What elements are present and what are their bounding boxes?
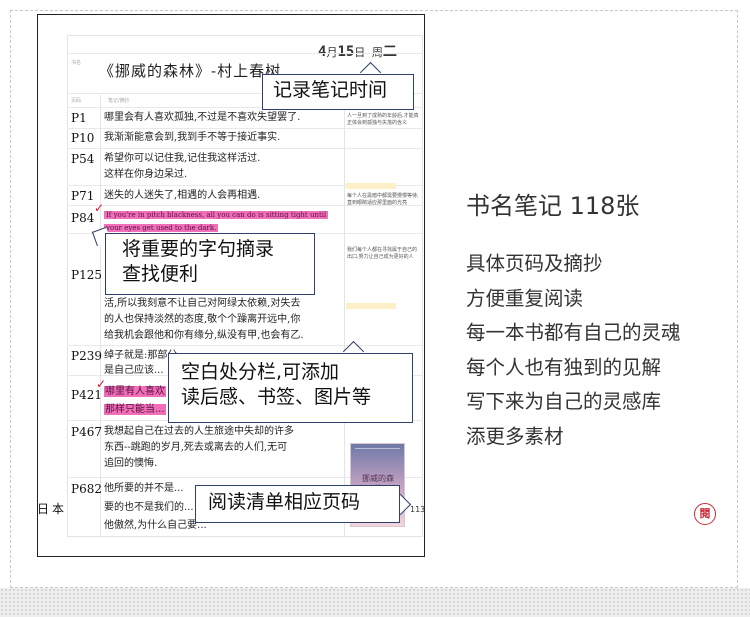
callout-line: 查找便利 — [122, 262, 199, 285]
entry-line: 是自己应该... — [104, 365, 164, 376]
entry-page: P421 — [71, 388, 102, 402]
entry-line: 追回的懊悔. — [104, 458, 158, 469]
highlighted-text: 那样只能当... — [104, 404, 166, 415]
cover-decoration — [355, 448, 400, 449]
rule-line — [67, 148, 423, 149]
feature-line: 具体页码及摘抄 — [466, 252, 603, 275]
entry-line: 我想起自己在过去的人生旅途中失却的许多 — [104, 426, 294, 437]
column-divider — [100, 95, 101, 537]
callout-excerpt: 将重要的字句摘录 查找便利 — [105, 233, 315, 295]
callout-columns: 空白处分栏,可添加 读后感、书签、图片等 — [168, 353, 413, 423]
highlight-strip — [346, 303, 396, 309]
entry-line: 哪里有人喜欢 — [104, 386, 166, 398]
rule-line — [67, 53, 423, 54]
callout-line: 将重要的字句摘录 — [122, 238, 275, 260]
feature-line: 每一本书都有自己的灵魂 — [466, 321, 681, 344]
callout-line: 读后感、书签、图片等 — [181, 385, 372, 408]
entry-page: P84 — [71, 211, 95, 225]
callout-line: 空白处分栏,可添加 — [181, 361, 340, 383]
highlighted-text: your eyes get used to the dark. — [104, 224, 219, 232]
entry-line: 活,所以我刻意不让自己对阿绿太依赖,对失去 — [104, 298, 301, 309]
callout-record-time: 记录笔记时间 — [262, 74, 414, 110]
feature-list: 具体页码及摘抄 方便重复阅读 每一本书都有自己的灵魂 每个人也有独到的见解 写下… — [466, 247, 681, 454]
entry-page: P1 — [71, 111, 87, 125]
entry-line: 东西--跳跑的岁月,死去或离去的人们,无可 — [104, 442, 288, 453]
entry-line: 的人也保持淡然的态度,敬个个躁离开远中,你 — [104, 314, 301, 325]
date-day: 15 — [337, 44, 355, 60]
date-line: 4月15日 周二 — [318, 41, 397, 61]
column-divider — [344, 95, 345, 537]
entry-line: 希望你可以记住我,记住我这样活过. — [104, 153, 261, 164]
entry-line: 他所要的并不是... — [104, 483, 184, 494]
highlight-strip — [346, 183, 396, 189]
book-title: 《挪威的森林》-村上春树 — [99, 62, 282, 80]
entry-line: 我渐渐能意会到,我到手不等于接近事实. — [104, 132, 281, 143]
country-label: 日本 — [37, 502, 68, 516]
entry-page: P467 — [71, 425, 102, 439]
entry-line: your eyes get used to the dark. — [104, 222, 219, 234]
entry-page: P239 — [71, 349, 102, 363]
rule-line — [67, 345, 423, 346]
entry-line: 迷失的人迷失了,相遇的人会再相遇. — [104, 190, 261, 201]
entry-page: P54 — [71, 152, 95, 166]
feature-line: 方便重复阅读 — [466, 286, 584, 310]
checkmark-icon: ✓ — [94, 201, 105, 215]
product-title: 书名笔记 118张 — [466, 192, 640, 220]
entry-line: If you're in pitch blackness, all you ca… — [104, 209, 329, 221]
entry-line: 要的也不是我们的... — [104, 502, 194, 513]
entry-page: P682 — [71, 482, 102, 496]
rule-line — [67, 128, 423, 129]
page-column-label: 页码 — [71, 98, 82, 104]
side-note: 每个人在黑暗中都需要慢慢等待,直到眼睛适应那里面的光亮 — [347, 193, 419, 206]
entry-page: P125 — [71, 268, 102, 282]
entry-line: 这样在你身边呆过. — [104, 169, 188, 180]
entry-line: 那样只能当... — [104, 404, 166, 416]
title-label: 书名 — [71, 60, 82, 66]
side-note: 我们每个人都在寻找属于自己的出口,努力让自己成为更好的人 — [347, 247, 418, 260]
edge-page-number: 113 — [410, 505, 426, 514]
feature-line: 写下来为自己的灵感库 — [466, 390, 662, 413]
entry-line: 哪里会有人喜欢孤独,不过是不喜欢失望罢了. — [104, 112, 301, 123]
entry-line: 给我机会跟他和你有缘分,纵没有甲,也会有乙. — [104, 330, 304, 341]
bottom-band — [0, 588, 750, 617]
feature-line: 添更多素材 — [466, 424, 564, 448]
notes-column-label: 笔记/摘抄 — [108, 98, 130, 104]
entry-line: 他傲然,为什么自己要... — [104, 520, 207, 531]
seal-stamp-icon: 閱 — [694, 503, 716, 525]
feature-line: 每个人也有独到的见解 — [466, 355, 662, 379]
entry-page: P71 — [71, 189, 95, 203]
highlighted-text: 哪里有人喜欢 — [104, 386, 166, 397]
date-weekday: 二 — [382, 44, 397, 60]
highlighted-text: If you're in pitch blackness, all you ca… — [104, 211, 329, 219]
entry-page: P10 — [71, 131, 95, 145]
side-note: 人一旦到了成熟的年龄后,才能真正体会到孤独与失落的含义 — [347, 113, 419, 126]
callout-reading-list: 阅读清单相应页码 — [195, 485, 400, 523]
